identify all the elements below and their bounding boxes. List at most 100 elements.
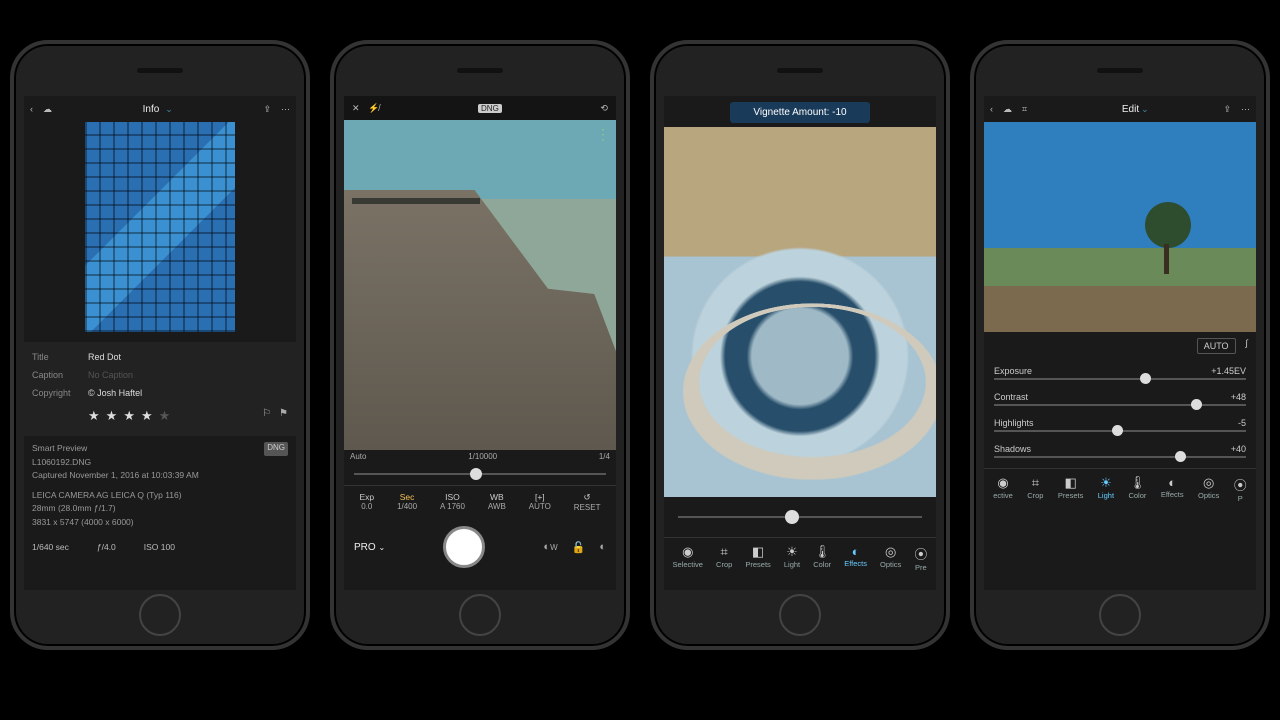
tool-pre[interactable]: ⦿Pre	[914, 544, 927, 572]
crop-icon[interactable]: ⌗	[1022, 104, 1027, 115]
caption-placeholder[interactable]: No Caption	[88, 370, 133, 380]
camera-topbar: ✕ ⚡̸ DNG ⟲	[344, 96, 616, 120]
phone-edit: ‹ ☁ ⌗ Edit ⇪ ⋯ AUTO ∫ Exposure+1.45EV Con…	[970, 40, 1270, 650]
close-icon[interactable]: ✕	[352, 103, 360, 114]
exif-block: Smart PreviewDNG L1060192.DNG Captured N…	[24, 436, 296, 536]
exif-shutter: 1/640 sec	[32, 542, 69, 552]
reject-flag-icon[interactable]: ⚐	[262, 408, 271, 424]
tool-effects[interactable]: ◐Effects	[1161, 475, 1184, 503]
title-value[interactable]: Red Dot	[88, 352, 121, 362]
back-icon[interactable]: ‹	[990, 104, 993, 115]
crop-icon: ⌗	[716, 544, 732, 560]
pick-flag-icon[interactable]: ⚑	[279, 408, 288, 424]
star-icon[interactable]: ★	[106, 408, 118, 424]
viewfinder[interactable]: ⋮	[344, 120, 616, 450]
star-icon[interactable]: ★	[88, 408, 100, 424]
optics-icon: ◎	[880, 544, 901, 560]
phone-info: ‹ ☁ Info ⇪ ⋯ TitleRed Dot CaptionNo Capt…	[10, 40, 310, 650]
star-icon[interactable]: ★	[141, 408, 153, 424]
tool-crop[interactable]: ⌗Crop	[1027, 475, 1043, 503]
filter-icon[interactable]: ◐	[599, 541, 606, 554]
title-label: Title	[32, 352, 88, 362]
effects-icon: ◐	[1161, 475, 1184, 490]
lock-icon[interactable]: 🔓	[572, 541, 586, 554]
menu-icon[interactable]: ⋮	[596, 126, 610, 143]
photo-canvas-effects[interactable]	[664, 127, 936, 497]
tool-color[interactable]: 🌡Color	[1128, 475, 1146, 503]
tool-effects[interactable]: ◐Effects	[844, 544, 867, 572]
tool-light[interactable]: ☀Light	[1098, 475, 1114, 503]
exposure-scale: Auto 1/10000 1/4	[344, 450, 616, 463]
photo-canvas-edit[interactable]	[984, 122, 1256, 332]
cloud-icon[interactable]: ☁	[43, 104, 52, 115]
tool-crop[interactable]: ⌗Crop	[716, 544, 732, 572]
edit-toolbar-effects: ◉Selective ⌗Crop ◧Presets ☀Light 🌡Color ◐Effe…	[664, 537, 936, 574]
tool-ective[interactable]: ◉ective	[993, 475, 1013, 503]
effects-icon: ◐	[844, 544, 867, 559]
photo-preview[interactable]	[24, 122, 296, 342]
shutter-slider[interactable]	[344, 463, 616, 485]
tool-optics[interactable]: ◎Optics	[1198, 475, 1219, 503]
vignette-slider[interactable]	[664, 497, 936, 537]
switch-camera-icon[interactable]: ⟲	[600, 103, 608, 114]
slider-exposure[interactable]: Exposure+1.45EV	[994, 362, 1246, 380]
light-icon: ☀	[784, 544, 800, 560]
back-icon[interactable]: ‹	[30, 104, 33, 115]
crop-icon: ⌗	[1027, 475, 1043, 491]
more-icon[interactable]: ⋯	[281, 104, 290, 115]
tool-color[interactable]: 🌡Color	[813, 544, 831, 572]
presets-icon: ◧	[1058, 475, 1083, 491]
more-icon[interactable]: ⋯	[1241, 104, 1250, 115]
tool-p[interactable]: ⦿P	[1234, 475, 1247, 503]
wb-icon[interactable]: ◐W	[543, 541, 557, 554]
mode-pro[interactable]: PRO ⌄	[354, 542, 385, 553]
view-mode-dropdown[interactable]: Edit	[1122, 104, 1149, 115]
auto-button[interactable]: AUTO	[1197, 338, 1236, 354]
tool-selective[interactable]: ◉Selective	[673, 544, 703, 572]
vignette-banner: Vignette Amount: -10	[730, 102, 870, 123]
color-icon: 🌡	[1128, 475, 1146, 491]
exif-camera: LEICA CAMERA AG LEICA Q (Typ 116)	[32, 489, 288, 503]
cam-ctl-iso[interactable]: ISOA 1760	[440, 492, 465, 512]
camera-controls: Exp0.0 Sec1/400 ISOA 1760 WBAWB [+]AUTO ↺RESE…	[344, 485, 616, 518]
exif-filename: L1060192.DNG	[32, 456, 288, 470]
phone-effects: Vignette Amount: -10 ◉Selective ⌗Crop ◧Pre…	[650, 40, 950, 650]
flash-off-icon[interactable]: ⚡̸	[368, 103, 379, 114]
p-icon: ⦿	[1234, 475, 1247, 494]
tool-presets[interactable]: ◧Presets	[1058, 475, 1083, 503]
cam-ctl-exp[interactable]: Exp0.0	[359, 492, 374, 512]
cloud-icon[interactable]: ☁	[1003, 104, 1012, 115]
copyright-label: Copyright	[32, 388, 88, 398]
star-icon[interactable]: ★	[123, 408, 135, 424]
scale-slow: 1/4	[599, 452, 610, 461]
selective-icon: ◉	[673, 544, 703, 560]
tone-curve-icon[interactable]: ∫	[1246, 338, 1248, 354]
copyright-value[interactable]: © Josh Haftel	[88, 388, 142, 398]
star-icon[interactable]: ★	[159, 408, 171, 424]
slider-shadows[interactable]: Shadows+40	[994, 440, 1246, 458]
format-badge[interactable]: DNG	[478, 104, 502, 113]
scale-fast: 1/10000	[468, 452, 497, 461]
pre-icon: ⦿	[914, 544, 927, 563]
rating-stars[interactable]: ★ ★ ★ ★ ★ ⚐ ⚑	[32, 402, 288, 430]
cam-ctl-↺[interactable]: ↺RESET	[574, 492, 601, 512]
share-icon[interactable]: ⇪	[1223, 104, 1231, 115]
share-icon[interactable]: ⇪	[263, 104, 271, 115]
exif-iso: ISO 100	[144, 542, 175, 552]
ective-icon: ◉	[993, 475, 1013, 491]
tool-light[interactable]: ☀Light	[784, 544, 800, 572]
tool-presets[interactable]: ◧Presets	[745, 544, 770, 572]
optics-icon: ◎	[1198, 475, 1219, 491]
shutter-button[interactable]	[443, 526, 485, 568]
cam-ctl-sec[interactable]: Sec1/400	[397, 492, 417, 512]
slider-contrast[interactable]: Contrast+48	[994, 388, 1246, 406]
edit-topbar: ‹ ☁ ⌗ Edit ⇪ ⋯	[984, 96, 1256, 122]
tool-optics[interactable]: ◎Optics	[880, 544, 901, 572]
presets-icon: ◧	[745, 544, 770, 560]
caption-label: Caption	[32, 370, 88, 380]
cam-ctl-wb[interactable]: WBAWB	[488, 492, 506, 512]
slider-highlights[interactable]: Highlights-5	[994, 414, 1246, 432]
edit-toolbar-light: ◉ective ⌗Crop ◧Presets ☀Light 🌡Color ◐Effects…	[984, 468, 1256, 505]
view-mode-dropdown[interactable]: Info	[143, 104, 173, 115]
cam-ctl-[+][interactable]: [+]AUTO	[529, 492, 551, 512]
